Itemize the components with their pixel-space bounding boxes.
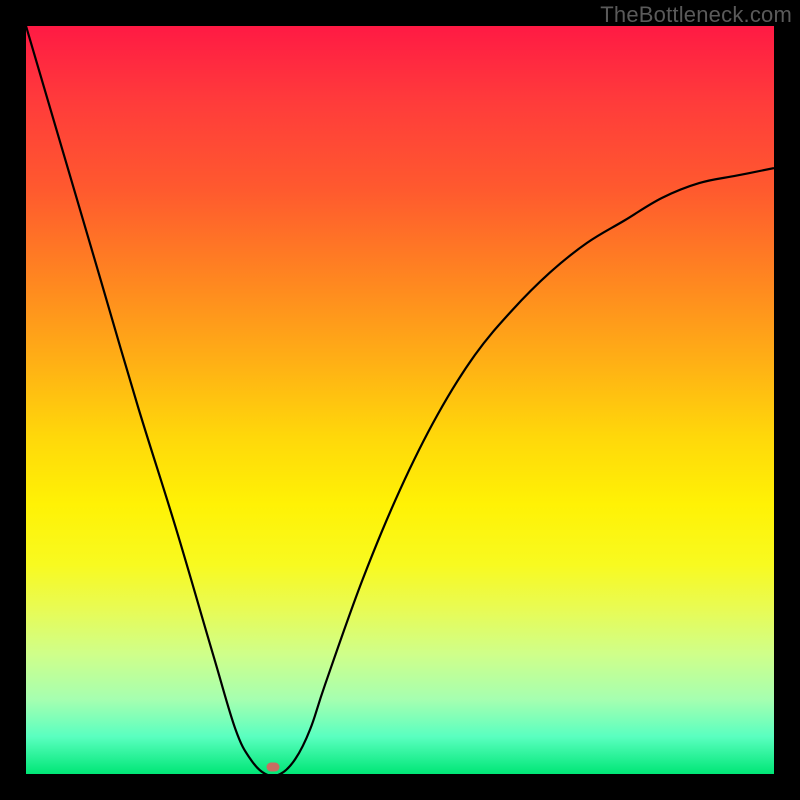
curve-svg bbox=[26, 26, 774, 774]
curve-line bbox=[26, 26, 774, 774]
minimum-marker bbox=[266, 762, 279, 771]
chart-frame: TheBottleneck.com bbox=[0, 0, 800, 800]
watermark-text: TheBottleneck.com bbox=[600, 2, 792, 28]
plot-area bbox=[26, 26, 774, 774]
